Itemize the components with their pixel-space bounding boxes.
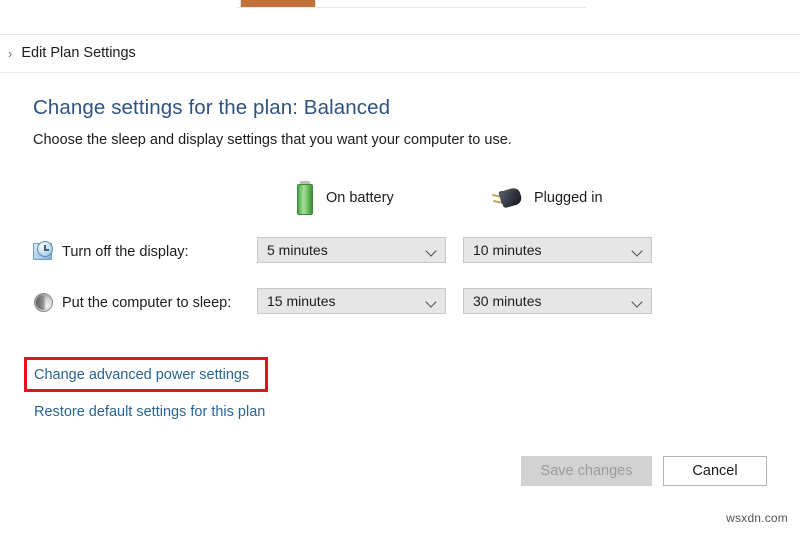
dropdown-sleep-plugged-in[interactable]: 30 minutes — [463, 288, 652, 314]
column-label-on-battery: On battery — [326, 190, 394, 206]
breadcrumb-label[interactable]: Edit Plan Settings — [21, 45, 135, 61]
content-header: Change settings for the plan: Balanced C… — [33, 96, 773, 148]
top-cutoff-strip — [0, 0, 800, 9]
chevron-right-icon: › — [8, 45, 13, 61]
breadcrumb-divider-top — [0, 34, 800, 35]
link-restore-default-settings[interactable]: Restore default settings for this plan — [34, 404, 265, 420]
dropdown-value-display-plugged-in: 10 minutes — [473, 242, 542, 258]
chevron-down-icon — [425, 244, 438, 257]
column-header-plugged-in: Plugged in — [491, 178, 603, 218]
link-change-advanced-power-settings[interactable]: Change advanced power settings — [34, 367, 249, 383]
plug-icon — [491, 186, 523, 210]
watermark: wsxdn.com — [726, 511, 788, 525]
setting-label-put-computer-to-sleep: Put the computer to sleep: — [62, 295, 232, 311]
dropdown-display-plugged-in[interactable]: 10 minutes — [463, 237, 652, 263]
setting-label-turn-off-display: Turn off the display: — [62, 244, 189, 260]
chevron-down-icon — [425, 295, 438, 308]
chevron-down-icon — [631, 244, 644, 257]
dropdown-display-on-battery[interactable]: 5 minutes — [257, 237, 446, 263]
cancel-button[interactable]: Cancel — [663, 456, 767, 486]
display-clock-icon — [33, 241, 55, 263]
column-header-on-battery: On battery — [296, 178, 394, 218]
save-changes-button[interactable]: Save changes — [521, 456, 652, 486]
column-label-plugged-in: Plugged in — [534, 190, 603, 206]
dropdown-sleep-on-battery[interactable]: 15 minutes — [257, 288, 446, 314]
chevron-down-icon — [631, 295, 644, 308]
battery-icon — [296, 181, 314, 215]
page-subtitle: Choose the sleep and display settings th… — [33, 132, 512, 148]
top-hairline-rule — [236, 7, 586, 8]
breadcrumb-divider-bottom — [0, 72, 800, 73]
top-orange-fragment — [240, 0, 316, 7]
column-headers: On battery Plugged in — [0, 178, 800, 218]
breadcrumb[interactable]: › Edit Plan Settings — [8, 41, 136, 65]
dropdown-value-display-on-battery: 5 minutes — [267, 242, 328, 258]
sleep-moon-icon — [33, 292, 55, 314]
dropdown-value-sleep-plugged-in: 30 minutes — [473, 293, 542, 309]
page-title: Change settings for the plan: Balanced — [33, 96, 391, 119]
dropdown-value-sleep-on-battery: 15 minutes — [267, 293, 336, 309]
